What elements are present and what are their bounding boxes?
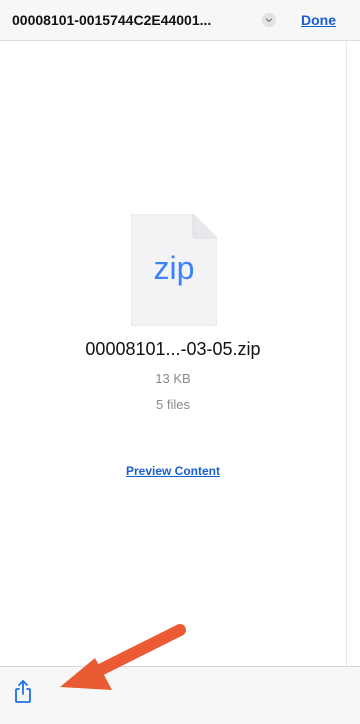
share-icon[interactable] (12, 679, 34, 705)
file-count: 5 files (156, 397, 190, 412)
bottom-toolbar (0, 666, 360, 724)
preview-content-link[interactable]: Preview Content (0, 464, 346, 478)
chevron-down-icon[interactable] (262, 13, 276, 27)
file-name: 00008101...-03-05.zip (85, 339, 261, 359)
file-size: 13 KB (155, 371, 191, 386)
quick-look-screen: 00008101-0015744C2E44001... Done zip 000… (0, 0, 360, 724)
zip-file-icon: zip (130, 213, 218, 327)
navigation-bar: 00008101-0015744C2E44001... Done (0, 0, 360, 41)
divider (346, 40, 347, 724)
page-title: 00008101-0015744C2E44001... (12, 12, 212, 28)
done-button[interactable]: Done (301, 12, 336, 28)
file-extension-label: zip (153, 250, 195, 286)
